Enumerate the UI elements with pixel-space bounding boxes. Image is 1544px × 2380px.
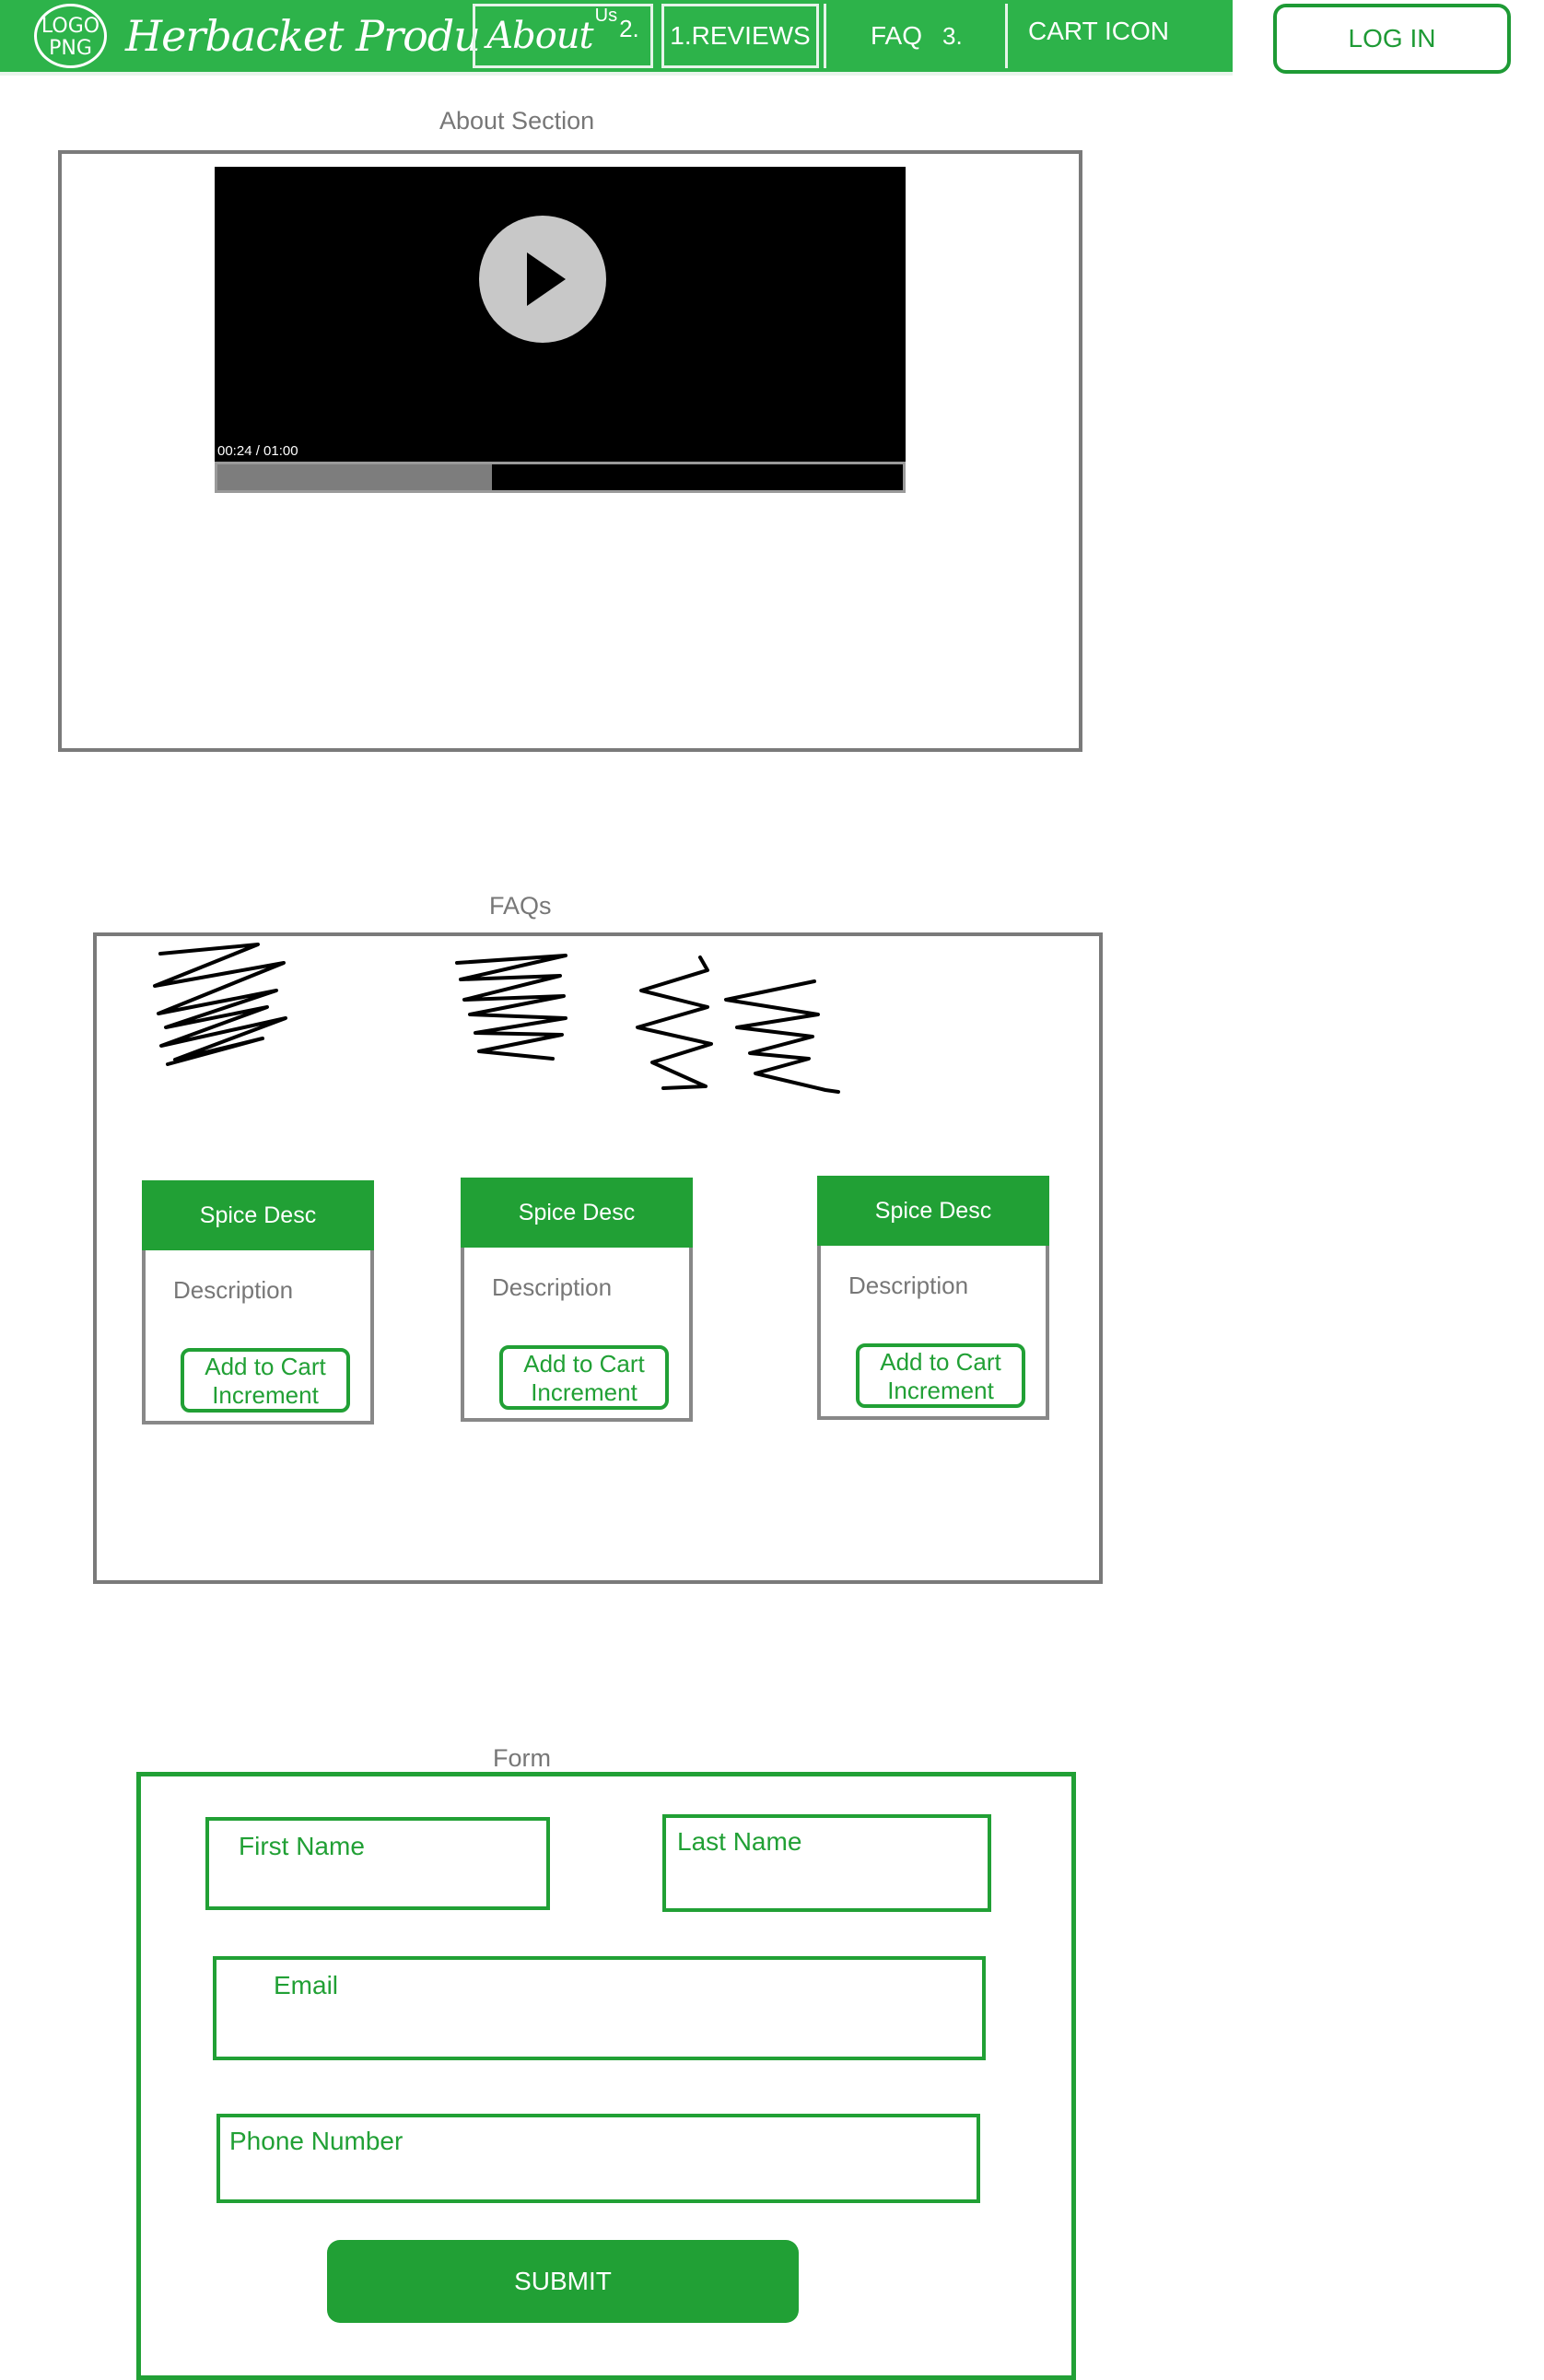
last-name-field[interactable]: Last Name [662,1814,991,1912]
add-to-cart-button[interactable]: Add to Cart Increment [856,1343,1025,1408]
submit-button[interactable]: SUBMIT [327,2240,799,2323]
login-label: LOG IN [1348,24,1436,53]
form-section-title: Form [493,1744,551,1772]
increment-label: Increment [212,1381,319,1409]
nav-about-us[interactable]: About Us 2. [473,4,653,68]
add-to-cart-button[interactable]: Add to Cart Increment [181,1348,350,1413]
add-to-cart-label: Add to Cart [880,1348,1001,1376]
logo[interactable]: LOGO PNG [34,4,107,68]
card-description: Description [848,1272,969,1299]
video-progress-fill [217,464,492,490]
faq-section-title: FAQs [489,892,552,920]
card-description: Description [492,1273,613,1301]
about-section-title: About Section [439,107,595,135]
product-card: Spice Desc Description Add to Cart Incre… [461,1178,693,1422]
phone-number-label: Phone Number [229,2127,404,2155]
phone-number-field[interactable]: Phone Number [216,2114,980,2203]
card-title: Spice Desc [817,1176,1049,1246]
nav-cart[interactable]: CART ICON [1005,4,1233,68]
nav-about-label: About [486,15,593,57]
play-icon [527,252,566,306]
product-card: Spice Desc Description Add to Cart Incre… [817,1176,1049,1420]
brand-name[interactable]: Herbacket Produ [125,11,481,61]
card-title: Spice Desc [142,1180,374,1250]
nav-faq[interactable]: FAQ 3. [824,4,1000,68]
nav-about-number: 2. [619,14,639,42]
submit-label: SUBMIT [514,2267,612,2295]
first-name-label: First Name [239,1832,365,1860]
email-label: Email [274,1971,339,1999]
increment-label: Increment [887,1377,994,1404]
nav-about-superscript: Us [594,5,618,26]
login-button[interactable]: LOG IN [1273,4,1511,74]
nav-faq-label: FAQ [871,21,923,50]
nav-reviews-label: 1.REVIEWS [670,21,811,50]
cart-icon-label: CART ICON [1028,17,1169,45]
card-description: Description [173,1276,294,1304]
last-name-label: Last Name [677,1827,802,1856]
email-field[interactable]: Email [213,1956,986,2060]
nav-divider [0,72,1233,76]
nav-reviews[interactable]: 1.REVIEWS [661,4,819,68]
logo-text: LOGO PNG [41,15,100,60]
product-card: Spice Desc Description Add to Cart Incre… [142,1180,374,1424]
add-to-cart-label: Add to Cart [205,1353,326,1380]
card-title: Spice Desc [461,1178,693,1248]
first-name-field[interactable]: First Name [205,1817,550,1910]
increment-label: Increment [531,1378,637,1406]
nav-faq-number: 3. [942,21,963,50]
add-to-cart-button[interactable]: Add to Cart Increment [499,1345,669,1410]
add-to-cart-label: Add to Cart [523,1350,645,1378]
scribble-placeholder-icon [153,943,840,1094]
video-time: 00:24 / 01:00 [217,443,298,459]
